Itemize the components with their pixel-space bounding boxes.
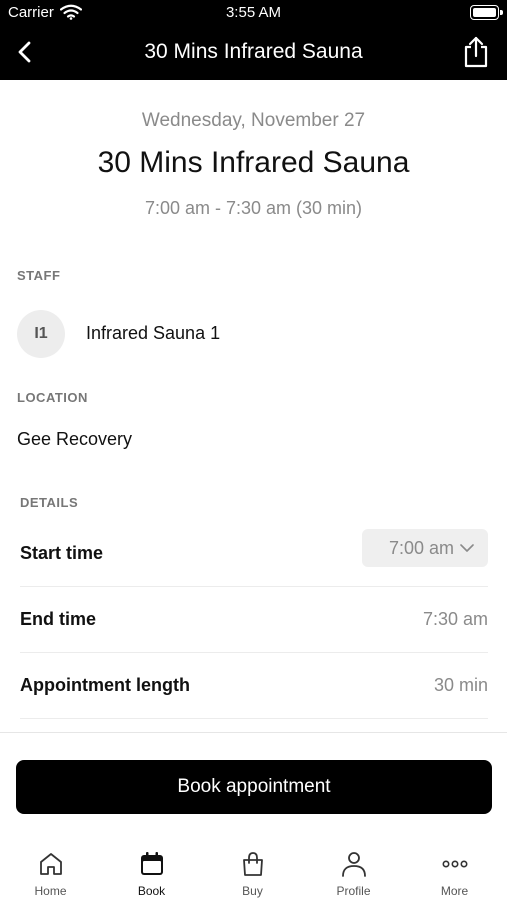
tab-profile[interactable]: Profile: [303, 836, 404, 900]
appointment-time-range: 7:00 am - 7:30 am (30 min): [144, 198, 363, 218]
details-section-label: DETAILS: [20, 495, 79, 510]
shopping-bag-icon: [242, 852, 263, 876]
tab-buy[interactable]: Buy: [202, 836, 303, 900]
tab-more-label: More: [440, 884, 469, 898]
appointment-length-value: 30 min: [433, 675, 488, 695]
tab-bar: Home Book Buy Profile More: [0, 836, 507, 900]
tab-book-label: Book: [137, 884, 166, 898]
nav-title: 30 Mins Infrared Sauna: [144, 40, 363, 63]
appointment-length-row: Appointment length 30 min: [20, 653, 488, 719]
tab-home-label: Home: [34, 884, 67, 898]
tab-home[interactable]: Home: [0, 836, 101, 900]
tab-buy-label: Buy: [242, 884, 263, 898]
book-appointment-button[interactable]: Book appointment: [16, 760, 492, 814]
navigation-bar: 30 Mins Infrared Sauna: [0, 26, 507, 80]
more-dots-icon: [441, 860, 467, 868]
status-time: 3:55 AM: [225, 4, 282, 21]
end-time-label: End time: [20, 609, 97, 629]
tab-more[interactable]: More: [404, 836, 505, 900]
top-bar: Carrier 3:55 AM 30 Mins Infrared Sauna: [0, 0, 507, 80]
location-section-label: LOCATION: [17, 390, 88, 405]
location-name: Gee Recovery: [17, 429, 133, 449]
calendar-icon: [140, 852, 163, 875]
start-time-label: Start time: [20, 543, 104, 563]
staff-avatar: I1: [17, 310, 65, 358]
share-icon[interactable]: [461, 36, 491, 68]
battery-icon: [470, 5, 503, 20]
end-time-row: End time 7:30 am: [20, 587, 488, 653]
staff-section-label: STAFF: [17, 268, 61, 283]
start-time-row: Start time 7:00 am: [20, 521, 488, 587]
appointment-date: Wednesday, November 27: [141, 110, 366, 131]
chevron-left-icon[interactable]: [12, 38, 40, 66]
tab-profile-label: Profile: [336, 884, 371, 898]
page-title: 30 Mins Infrared Sauna: [97, 146, 410, 179]
start-time-value: 7:00 am: [388, 537, 454, 558]
home-icon: [39, 853, 62, 875]
status-bar: Carrier 3:55 AM: [0, 0, 507, 26]
staff-name: Infrared Sauna 1: [86, 323, 221, 343]
start-time-select[interactable]: 7:00 am: [362, 529, 488, 567]
footer-divider: [0, 732, 507, 733]
appointment-length-label: Appointment length: [20, 675, 190, 695]
chevron-down-icon: [460, 544, 474, 552]
person-icon: [341, 852, 366, 877]
tab-book[interactable]: Book: [101, 836, 202, 900]
end-time-value: 7:30 am: [422, 609, 488, 629]
